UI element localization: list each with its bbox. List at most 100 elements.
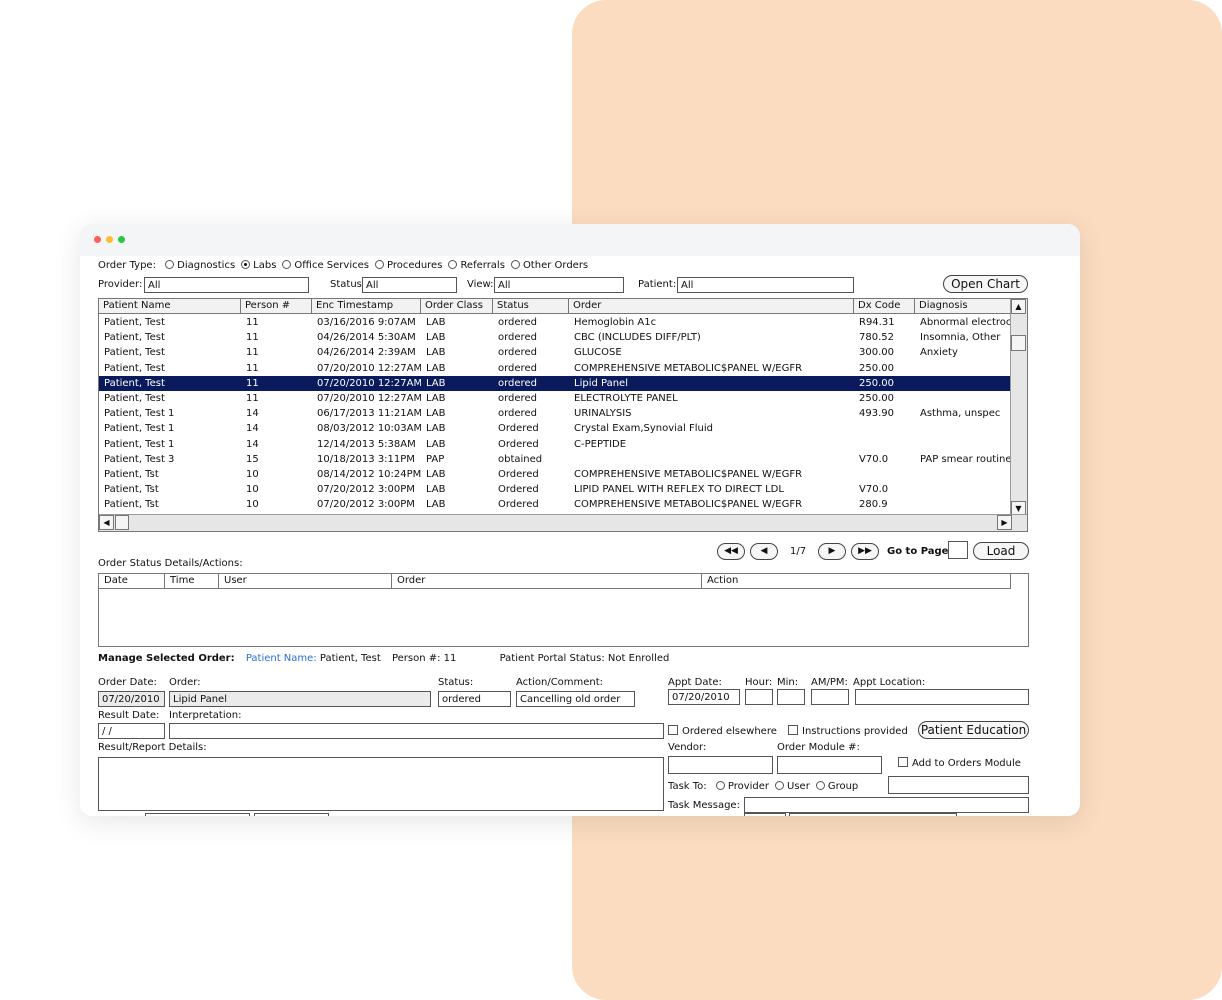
minimize-dot-icon[interactable] <box>106 236 113 243</box>
orders-table: Patient Name Person # Enc Timestamp Order C… <box>98 298 1028 532</box>
column-header[interactable]: Status <box>493 299 569 314</box>
order-type-radio-procedures[interactable]: Procedures <box>374 260 442 271</box>
patient-filter-field[interactable]: All <box>677 277 854 293</box>
order-type-option-label: Referrals <box>460 260 505 271</box>
table-row[interactable]: Patient, Test 3 15 10/18/2013 3:11PM PAP obt… <box>99 452 1011 467</box>
order-type-radio-referrals[interactable]: Referrals <box>448 260 505 271</box>
bottom-field-3[interactable] <box>744 813 786 816</box>
interpretation-field[interactable] <box>169 723 664 739</box>
column-header[interactable]: Dx Code <box>854 299 915 314</box>
table-cell: Ordered <box>498 469 539 480</box>
bottom-field-1[interactable] <box>145 813 250 816</box>
status-field[interactable]: ordered <box>438 691 511 707</box>
bottom-field-2[interactable] <box>254 813 329 816</box>
table-row[interactable]: Patient, Tst 10 08/14/2012 10:24PM LAB Order… <box>99 467 1011 482</box>
last-page-button[interactable]: ▶▶ <box>851 543 879 560</box>
status-column-header[interactable]: Time <box>165 574 219 589</box>
table-row[interactable]: Patient, Test 11 07/20/2010 12:27AM LAB orde… <box>99 375 1011 391</box>
order-type-radio-office-services[interactable]: Office Services <box>282 260 369 271</box>
open-chart-button[interactable]: Open Chart <box>943 275 1028 293</box>
action-comment-field[interactable]: Cancelling old order <box>516 691 635 707</box>
column-header[interactable]: Enc Timestamp <box>312 299 421 314</box>
order-type-radio-labs[interactable]: Labs <box>241 260 276 271</box>
person-value: 11 <box>443 653 457 664</box>
table-row[interactable]: Patient, Test 1 14 12/14/2013 5:38AM LAB Ord… <box>99 437 1011 452</box>
table-row[interactable]: Patient, Tst 10 07/20/2012 3:00PM LAB Ordere… <box>99 482 1011 497</box>
task-to-radio-user[interactable]: User <box>775 781 810 792</box>
status-column-header[interactable]: Action <box>702 574 1011 589</box>
appt-location-field[interactable] <box>855 689 1029 705</box>
bottom-field-4[interactable] <box>789 813 957 816</box>
close-dot-icon[interactable] <box>94 236 101 243</box>
order-field[interactable]: Lipid Panel <box>169 691 431 707</box>
orders-horizontal-scrollbar[interactable]: ◀ ▶ <box>99 514 1027 531</box>
task-to-radio-provider[interactable]: Provider <box>715 781 769 792</box>
scroll-left-icon[interactable]: ◀ <box>99 515 114 530</box>
order-type-option-label: Other Orders <box>522 260 589 271</box>
column-header[interactable]: Person # <box>241 299 312 314</box>
ordered-elsewhere-checkbox[interactable]: Ordered elsewhere <box>668 725 777 737</box>
table-cell: URINALYSIS <box>574 408 632 420</box>
table-cell: LAB <box>426 484 446 496</box>
table-cell: ordered <box>498 362 537 374</box>
order-date-field[interactable]: 07/20/2010 <box>98 691 165 707</box>
column-header[interactable]: Order <box>569 299 854 314</box>
status-column-header[interactable]: Date <box>99 574 165 589</box>
first-page-button[interactable]: ◀◀ <box>717 543 745 560</box>
appt-location-label: Appt Location: <box>853 677 926 688</box>
orders-vertical-scrollbar[interactable]: ▲ ▼ <box>1010 299 1027 516</box>
table-cell: Ordered <box>498 438 539 450</box>
task-to-radio-group[interactable]: Group <box>815 781 858 792</box>
scroll-up-icon[interactable]: ▲ <box>1011 299 1026 314</box>
result-details-field[interactable] <box>98 757 664 811</box>
status-column-header[interactable]: User <box>219 574 392 589</box>
table-cell: Patient, Test <box>104 377 165 389</box>
table-row[interactable]: Patient, Test 11 04/26/2014 2:39AM LAB order… <box>99 345 1011 360</box>
task-message-field[interactable] <box>744 797 1029 813</box>
table-cell: 11 <box>246 317 259 328</box>
goto-page-input[interactable] <box>948 541 968 559</box>
order-module-field[interactable] <box>777 756 882 774</box>
scroll-thumb[interactable] <box>1011 335 1026 351</box>
task-to-field[interactable] <box>888 776 1029 794</box>
vendor-field[interactable] <box>668 756 773 774</box>
appt-date-field[interactable]: 07/20/2010 <box>668 689 740 705</box>
table-cell: COMPREHENSIVE METABOLIC$PANEL W/EGFR <box>574 362 803 374</box>
maximize-dot-icon[interactable] <box>118 236 125 243</box>
result-date-field[interactable]: / / <box>98 723 165 739</box>
table-row[interactable]: Patient, Test 11 07/20/2010 12:27AM LAB orde… <box>99 361 1011 376</box>
column-header[interactable]: Order Class <box>421 299 493 314</box>
hour-field[interactable] <box>745 689 773 705</box>
add-to-orders-module-checkbox[interactable]: Add to Orders Module <box>898 757 1021 769</box>
next-page-button[interactable]: ▶ <box>818 543 846 560</box>
table-cell: 14 <box>246 438 259 450</box>
table-row[interactable]: Patient, Test 11 04/26/2014 5:30AM LAB order… <box>99 330 1011 345</box>
table-row[interactable]: Patient, Tst 10 07/20/2012 3:00PM LAB Ordere… <box>99 497 1011 512</box>
table-cell: 11 <box>246 347 259 359</box>
view-field[interactable]: All <box>494 277 624 293</box>
min-field[interactable] <box>777 689 805 705</box>
ampm-field[interactable] <box>811 689 849 705</box>
table-cell: 06/17/2013 11:21AM <box>317 408 421 420</box>
column-header[interactable]: Patient Name <box>99 299 241 314</box>
table-cell: 10 <box>246 484 259 496</box>
table-row[interactable]: Patient, Test 1 14 06/17/2013 11:21AM LAB or… <box>99 406 1011 421</box>
patient-education-button[interactable]: Patient Education <box>918 721 1029 739</box>
table-row[interactable]: Patient, Test 1 14 08/03/2012 10:03AM LAB Or… <box>99 421 1011 436</box>
table-row[interactable]: Patient, Test 11 07/20/2010 12:27AM LAB orde… <box>99 391 1011 406</box>
table-cell: 07/20/2010 12:27AM <box>317 393 421 404</box>
scroll-right-icon[interactable]: ▶ <box>997 515 1012 530</box>
load-button[interactable]: Load <box>973 542 1029 560</box>
prev-page-button[interactable]: ◀ <box>750 543 778 560</box>
column-header[interactable]: Diagnosis <box>915 299 1011 314</box>
order-type-radio-diagnostics[interactable]: Diagnostics <box>165 260 235 271</box>
table-row[interactable]: Patient, Test 11 03/16/2016 9:07AM LAB order… <box>99 315 1011 330</box>
status-column-header[interactable]: Order <box>392 574 702 589</box>
order-type-radio-other-orders[interactable]: Other Orders <box>510 260 589 271</box>
instructions-provided-checkbox[interactable]: Instructions provided <box>788 725 908 737</box>
task-to-label: Task To: <box>668 781 707 792</box>
table-cell: 250.00 <box>859 362 894 374</box>
h-scroll-thumb[interactable] <box>115 515 129 530</box>
status-filter-field[interactable]: All <box>362 277 457 293</box>
provider-field[interactable]: All <box>144 277 309 293</box>
